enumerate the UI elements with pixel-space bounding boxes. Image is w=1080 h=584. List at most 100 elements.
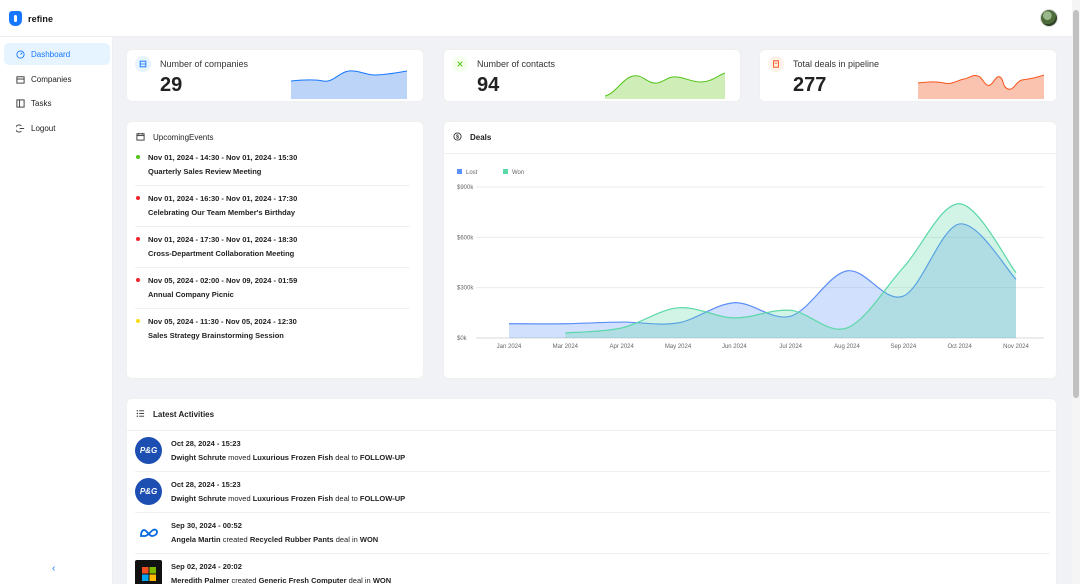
latest-activities-card: Latest Activities P&G Oct 28, 2024 - 15:… — [126, 398, 1058, 584]
y-tick-label: $300k — [457, 286, 474, 292]
app-name: refine — [28, 13, 54, 24]
stat-value: 94 — [477, 74, 500, 96]
x-tick-label: Aug 2024 — [834, 344, 860, 350]
meta-logo-icon — [135, 519, 162, 546]
sidebar-item-tasks[interactable]: Tasks — [4, 92, 110, 114]
divider — [135, 226, 410, 227]
sidebar-item-label: Companies — [31, 74, 72, 84]
legend-swatch — [457, 169, 462, 174]
microsoft-logo-icon — [135, 560, 162, 584]
divider — [135, 308, 410, 309]
logout-icon — [16, 123, 25, 133]
y-tick-label: $0k — [457, 336, 468, 342]
companies-sparkline — [291, 70, 407, 99]
divider — [135, 185, 410, 186]
contacts-sparkline — [605, 72, 725, 99]
x-tick-label: Jun 2024 — [722, 344, 747, 350]
stat-title: Number of companies — [160, 59, 249, 69]
project-icon — [16, 98, 25, 108]
unordered-list-icon — [136, 409, 145, 420]
event-item[interactable]: Nov 01, 2024 - 17:30 - Nov 01, 2024 - 18… — [135, 230, 410, 270]
sidebar-item-label: Dashboard — [31, 49, 71, 59]
activity-item[interactable]: Sep 30, 2024 - 00:52 Angela Martin creat… — [135, 515, 1055, 556]
x-tick-label: Sep 2024 — [890, 344, 916, 350]
stat-card-companies: Number of companies 29 — [126, 49, 424, 102]
activity-item[interactable]: P&G Oct 28, 2024 - 15:23 Dwight Schrute … — [135, 474, 1055, 515]
shop-icon — [16, 75, 25, 84]
activity-time: Sep 30, 2024 - 00:52 — [171, 521, 242, 530]
event-item[interactable]: Nov 01, 2024 - 16:30 - Nov 01, 2024 - 17… — [135, 189, 410, 229]
x-tick-label: Apr 2024 — [609, 344, 634, 350]
legend-label: Lost — [466, 170, 478, 176]
series-area-won — [565, 203, 1016, 338]
refine-logo-icon — [9, 11, 22, 26]
stat-card-deals: Total deals in pipeline 277 — [759, 49, 1057, 102]
y-tick-label: $900k — [457, 185, 474, 191]
activity-text: Meredith Palmer created Generic Fresh Co… — [171, 576, 392, 584]
company-icon — [135, 56, 151, 72]
stat-title: Total deals in pipeline — [793, 59, 880, 69]
event-title: Celebrating Our Team Member's Birthday — [148, 208, 296, 217]
app-logo[interactable]: refine — [9, 11, 53, 26]
sidebar-item-companies[interactable]: Companies — [4, 68, 110, 90]
activity-time: Oct 28, 2024 - 15:23 — [171, 480, 241, 489]
chevron-left-icon: ‹ — [52, 563, 56, 574]
activity-text: Dwight Schrute moved Luxurious Frozen Fi… — [171, 494, 406, 503]
contacts-icon — [452, 56, 468, 72]
event-date: Nov 01, 2024 - 17:30 - Nov 01, 2024 - 18… — [148, 235, 298, 244]
legend-swatch — [503, 169, 508, 174]
event-date: Nov 01, 2024 - 16:30 - Nov 01, 2024 - 17… — [148, 194, 298, 203]
sidebar-item-logout[interactable]: Logout — [4, 117, 110, 139]
sidebar: Dashboard Companies Tasks Logout ‹ — [0, 37, 113, 584]
deals-area-chart[interactable]: Lost Won $0k $300k $600k $900k Jan 2024 Mar 202… — [444, 122, 1058, 380]
event-color-dot — [136, 278, 140, 282]
event-color-dot — [136, 319, 140, 323]
user-avatar[interactable] — [1040, 9, 1058, 27]
stat-value: 29 — [160, 74, 183, 96]
activity-text: Dwight Schrute moved Luxurious Frozen Fi… — [171, 453, 406, 462]
divider — [135, 267, 410, 268]
events-card-title: UpcomingEvents — [136, 132, 213, 143]
upcoming-events-card: UpcomingEvents Nov 01, 2024 - 14:30 - No… — [126, 121, 424, 379]
x-tick-label: Mar 2024 — [553, 344, 579, 350]
event-item[interactable]: Nov 05, 2024 - 02:00 - Nov 09, 2024 - 01… — [135, 271, 410, 311]
event-item[interactable]: Nov 01, 2024 - 14:30 - Nov 01, 2024 - 15… — [135, 148, 410, 188]
event-color-dot — [136, 155, 140, 159]
y-tick-label: $600k — [457, 235, 474, 241]
activity-time: Sep 02, 2024 - 20:02 — [171, 562, 242, 571]
event-title: Annual Company Picnic — [148, 290, 234, 299]
event-title: Quarterly Sales Review Meeting — [148, 167, 262, 176]
sidebar-item-dashboard[interactable]: Dashboard — [4, 43, 110, 65]
sidebar-collapse-button[interactable]: ‹ — [52, 563, 55, 574]
sidebar-item-label: Logout — [31, 123, 56, 133]
x-tick-label: Nov 2024 — [1003, 344, 1029, 350]
deals-chart-card: $ Deals Lost Won $0k $300k $600k $900k Jan 202… — [443, 121, 1058, 380]
dashboard-icon — [16, 49, 25, 59]
activity-item[interactable]: Sep 02, 2024 - 20:02 Meredith Palmer cre… — [135, 556, 1055, 584]
event-item[interactable]: Nov 05, 2024 - 11:30 - Nov 05, 2024 - 12… — [135, 312, 410, 352]
x-tick-label: Jan 2024 — [497, 344, 522, 350]
x-tick-label: Oct 2024 — [947, 344, 972, 350]
activity-time: Oct 28, 2024 - 15:23 — [171, 439, 241, 448]
divider — [135, 471, 1050, 472]
scrollbar-thumb[interactable] — [1073, 10, 1079, 398]
event-title: Sales Strategy Brainstorming Session — [148, 331, 284, 340]
activities-card-title: Latest Activities — [136, 409, 214, 420]
divider — [135, 512, 1050, 513]
event-date: Nov 01, 2024 - 14:30 - Nov 01, 2024 - 15… — [148, 153, 298, 162]
event-date: Nov 05, 2024 - 02:00 - Nov 09, 2024 - 01… — [148, 276, 298, 285]
company-logo: P&G — [135, 478, 162, 505]
stat-card-contacts: Number of contacts 94 — [443, 49, 741, 102]
x-tick-label: Jul 2024 — [779, 344, 802, 350]
stat-title: Number of contacts — [477, 59, 556, 69]
event-color-dot — [136, 196, 140, 200]
deals-sparkline — [918, 74, 1044, 99]
divider — [135, 553, 1050, 554]
activity-item[interactable]: P&G Oct 28, 2024 - 15:23 Dwight Schrute … — [135, 433, 1055, 474]
calendar-icon — [136, 132, 145, 143]
audit-icon — [768, 56, 784, 72]
event-title: Cross-Department Collaboration Meeting — [148, 249, 295, 258]
activity-text: Angela Martin created Recycled Rubber Pa… — [171, 535, 379, 544]
page-scrollbar[interactable] — [1072, 0, 1080, 584]
stat-value: 277 — [793, 74, 827, 96]
